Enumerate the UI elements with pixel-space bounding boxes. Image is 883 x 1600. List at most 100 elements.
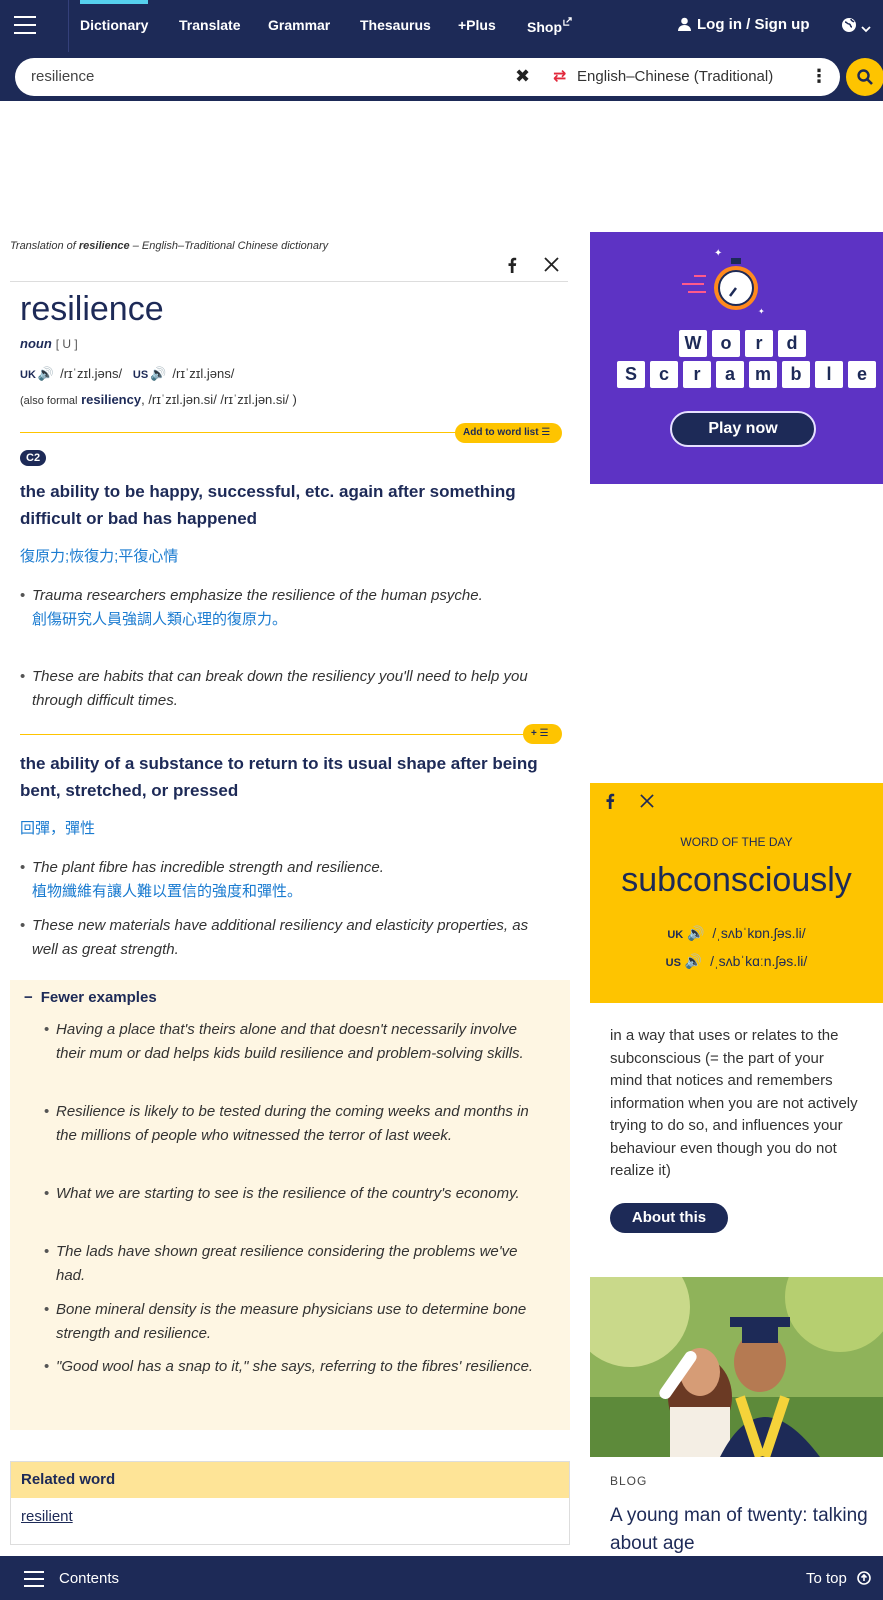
x-twitter-icon[interactable] — [544, 257, 559, 272]
uk-label: UK — [667, 929, 684, 941]
fewer-examples-toggle[interactable]: − Fewer examples — [24, 989, 165, 1006]
about-this-button[interactable]: About this — [610, 1203, 728, 1233]
list-icon: ☰ — [539, 728, 549, 739]
arrow-up-icon — [857, 1571, 871, 1585]
fewer-examples-label: Fewer examples — [40, 989, 157, 1006]
svg-text:✦: ✦ — [714, 248, 722, 259]
minus-icon: − — [24, 989, 33, 1006]
letter-tile: b — [782, 361, 810, 388]
letter-tile: d — [778, 330, 806, 357]
to-top-button[interactable]: To top — [806, 1570, 871, 1587]
nav-divider — [68, 0, 69, 52]
letter-tile: e — [848, 361, 876, 388]
add-to-word-list-button[interactable]: Add to word list ☰ — [455, 423, 562, 443]
language-selector[interactable] — [841, 17, 871, 36]
translation-dictionary: – English–Traditional Chinese dictionary — [132, 240, 329, 252]
letter-tile: l — [815, 361, 843, 388]
globe-icon — [842, 18, 856, 32]
facebook-icon[interactable] — [507, 257, 517, 273]
search-input[interactable]: resilience — [31, 68, 94, 85]
search-button[interactable] — [846, 58, 883, 96]
example: • The plant fibre has incredible strength… — [20, 856, 540, 904]
facebook-icon[interactable] — [605, 793, 615, 809]
menu-icon[interactable] — [14, 16, 36, 34]
wotd-word[interactable]: subconsciously — [590, 861, 883, 900]
translation-2: 回彈，彈性 — [20, 820, 96, 837]
nav-thesaurus[interactable]: Thesaurus — [360, 17, 431, 33]
example-text: "Good wool has a snap to it," she says, … — [56, 1358, 534, 1375]
user-icon — [678, 17, 691, 31]
definition-2: the ability of a substance to return to … — [20, 754, 538, 800]
blog-photo — [590, 1277, 883, 1457]
x-twitter-icon[interactable] — [640, 794, 654, 808]
nav-translate[interactable]: Translate — [179, 17, 240, 33]
us-ipa: /ˌsʌbˈkɑːn.ʃəs.li/ — [710, 953, 808, 969]
also-prefix: (also formal — [20, 395, 78, 407]
example-translation: 植物纖維有讓人難以置信的強度和彈性。 — [32, 883, 303, 900]
pos-label: noun — [20, 336, 52, 351]
word-scramble-ad[interactable]: ✦ ✦ W o r d S c r a m b l e Play now — [590, 232, 883, 484]
part-of-speech: noun[ U ] — [20, 336, 78, 351]
us-audio-icon[interactable]: 🔊 — [685, 953, 702, 969]
add-label: + — [531, 728, 537, 739]
search-icon — [857, 69, 873, 85]
translation-word: resilience — [78, 240, 130, 252]
word-of-the-day: WORD OF THE DAY subconsciously UK 🔊 /ˌsʌ… — [590, 783, 883, 1003]
nav-plus[interactable]: +Plus — [458, 17, 496, 33]
ad-title-word: W o r d — [679, 330, 806, 357]
example-translation: 創傷研究人員強調人類心理的復原力。 — [32, 611, 288, 628]
login-link[interactable]: Log in / Sign up — [678, 16, 809, 33]
to-top-label: To top — [806, 1570, 847, 1587]
search-box: resilience ✖ ⇄ English–Chinese (Traditio… — [15, 58, 840, 96]
stopwatch-icon: ✦ ✦ — [682, 248, 765, 316]
letter-tile: m — [749, 361, 777, 388]
more-examples-panel: − Fewer examples • Having a place that's t… — [10, 980, 570, 1430]
example-text: These are habits that can break down the… — [32, 668, 528, 709]
wotd-uk-pron: UK 🔊 /ˌsʌbˈkɒn.ʃəs.li/ — [590, 925, 883, 942]
definition-1: the ability to be happy, successful, etc… — [20, 482, 516, 528]
play-now-button[interactable]: Play now — [670, 411, 816, 447]
add-to-word-list-button[interactable]: + ☰ — [523, 724, 562, 744]
example: • Trauma researchers emphasize the resili… — [20, 584, 540, 632]
us-audio-icon[interactable]: 🔊 — [150, 366, 166, 381]
list-item: • Having a place that's theirs alone and … — [44, 1018, 534, 1066]
clear-icon[interactable]: ✖ — [515, 66, 530, 87]
example-text: The lads have shown great resilience con… — [56, 1243, 518, 1284]
letter-tile: a — [716, 361, 744, 388]
uk-audio-icon[interactable]: 🔊 — [687, 925, 704, 941]
list-item: • Resilience is likely to be tested durin… — [44, 1100, 534, 1148]
translation-prefix: Translation of — [10, 240, 76, 252]
list-item: • "Good wool has a snap to it," she says,… — [44, 1355, 534, 1379]
list-item: • Bone mineral density is the measure phy… — [44, 1298, 534, 1346]
letter-tile: c — [650, 361, 678, 388]
list-icon: ☰ — [541, 427, 551, 438]
us-label: US — [132, 369, 149, 381]
nav-shop-label: Shop — [527, 19, 562, 35]
example-text: What we are starting to see is the resil… — [56, 1185, 520, 1202]
blog-image[interactable] — [590, 1277, 883, 1457]
swap-languages-icon[interactable]: ⇄ — [553, 66, 566, 86]
example-text: Bone mineral density is the measure phys… — [56, 1301, 527, 1342]
example-text: The plant fibre has incredible strength … — [32, 859, 384, 876]
nav-grammar[interactable]: Grammar — [268, 17, 330, 33]
wotd-us-pron: US 🔊 /ˌsʌbˈkɑːn.ʃəs.li/ — [590, 953, 883, 970]
nav-dictionary[interactable]: Dictionary — [80, 17, 148, 33]
blog-title-link[interactable]: A young man of twenty: talking about age — [610, 1502, 875, 1558]
letter-tile: W — [679, 330, 707, 357]
example: • These new materials have additional res… — [20, 914, 540, 962]
svg-text:✦: ✦ — [758, 307, 765, 316]
contents-button[interactable]: Contents — [59, 1570, 119, 1587]
translation-1: 復原力;恢復力;平復心情 — [20, 548, 179, 565]
translation-label: Translation of resilience – English–Trad… — [10, 240, 328, 252]
related-word-link[interactable]: resilient — [11, 1498, 569, 1535]
also-word: resiliency — [81, 392, 142, 407]
add-to-word-list-label: Add to word list — [463, 427, 539, 438]
divider — [10, 281, 568, 282]
nav-shop[interactable]: Shop — [527, 17, 572, 35]
more-options-icon[interactable]: ⋮ — [810, 66, 828, 87]
uk-ipa: /ˌsʌbˈkɒn.ʃəs.li/ — [712, 925, 806, 941]
letter-tile: o — [712, 330, 740, 357]
dictionary-select[interactable]: English–Chinese (Traditional) — [577, 68, 773, 85]
contents-menu-icon[interactable] — [24, 1571, 44, 1592]
uk-audio-icon[interactable]: 🔊 — [38, 366, 54, 381]
